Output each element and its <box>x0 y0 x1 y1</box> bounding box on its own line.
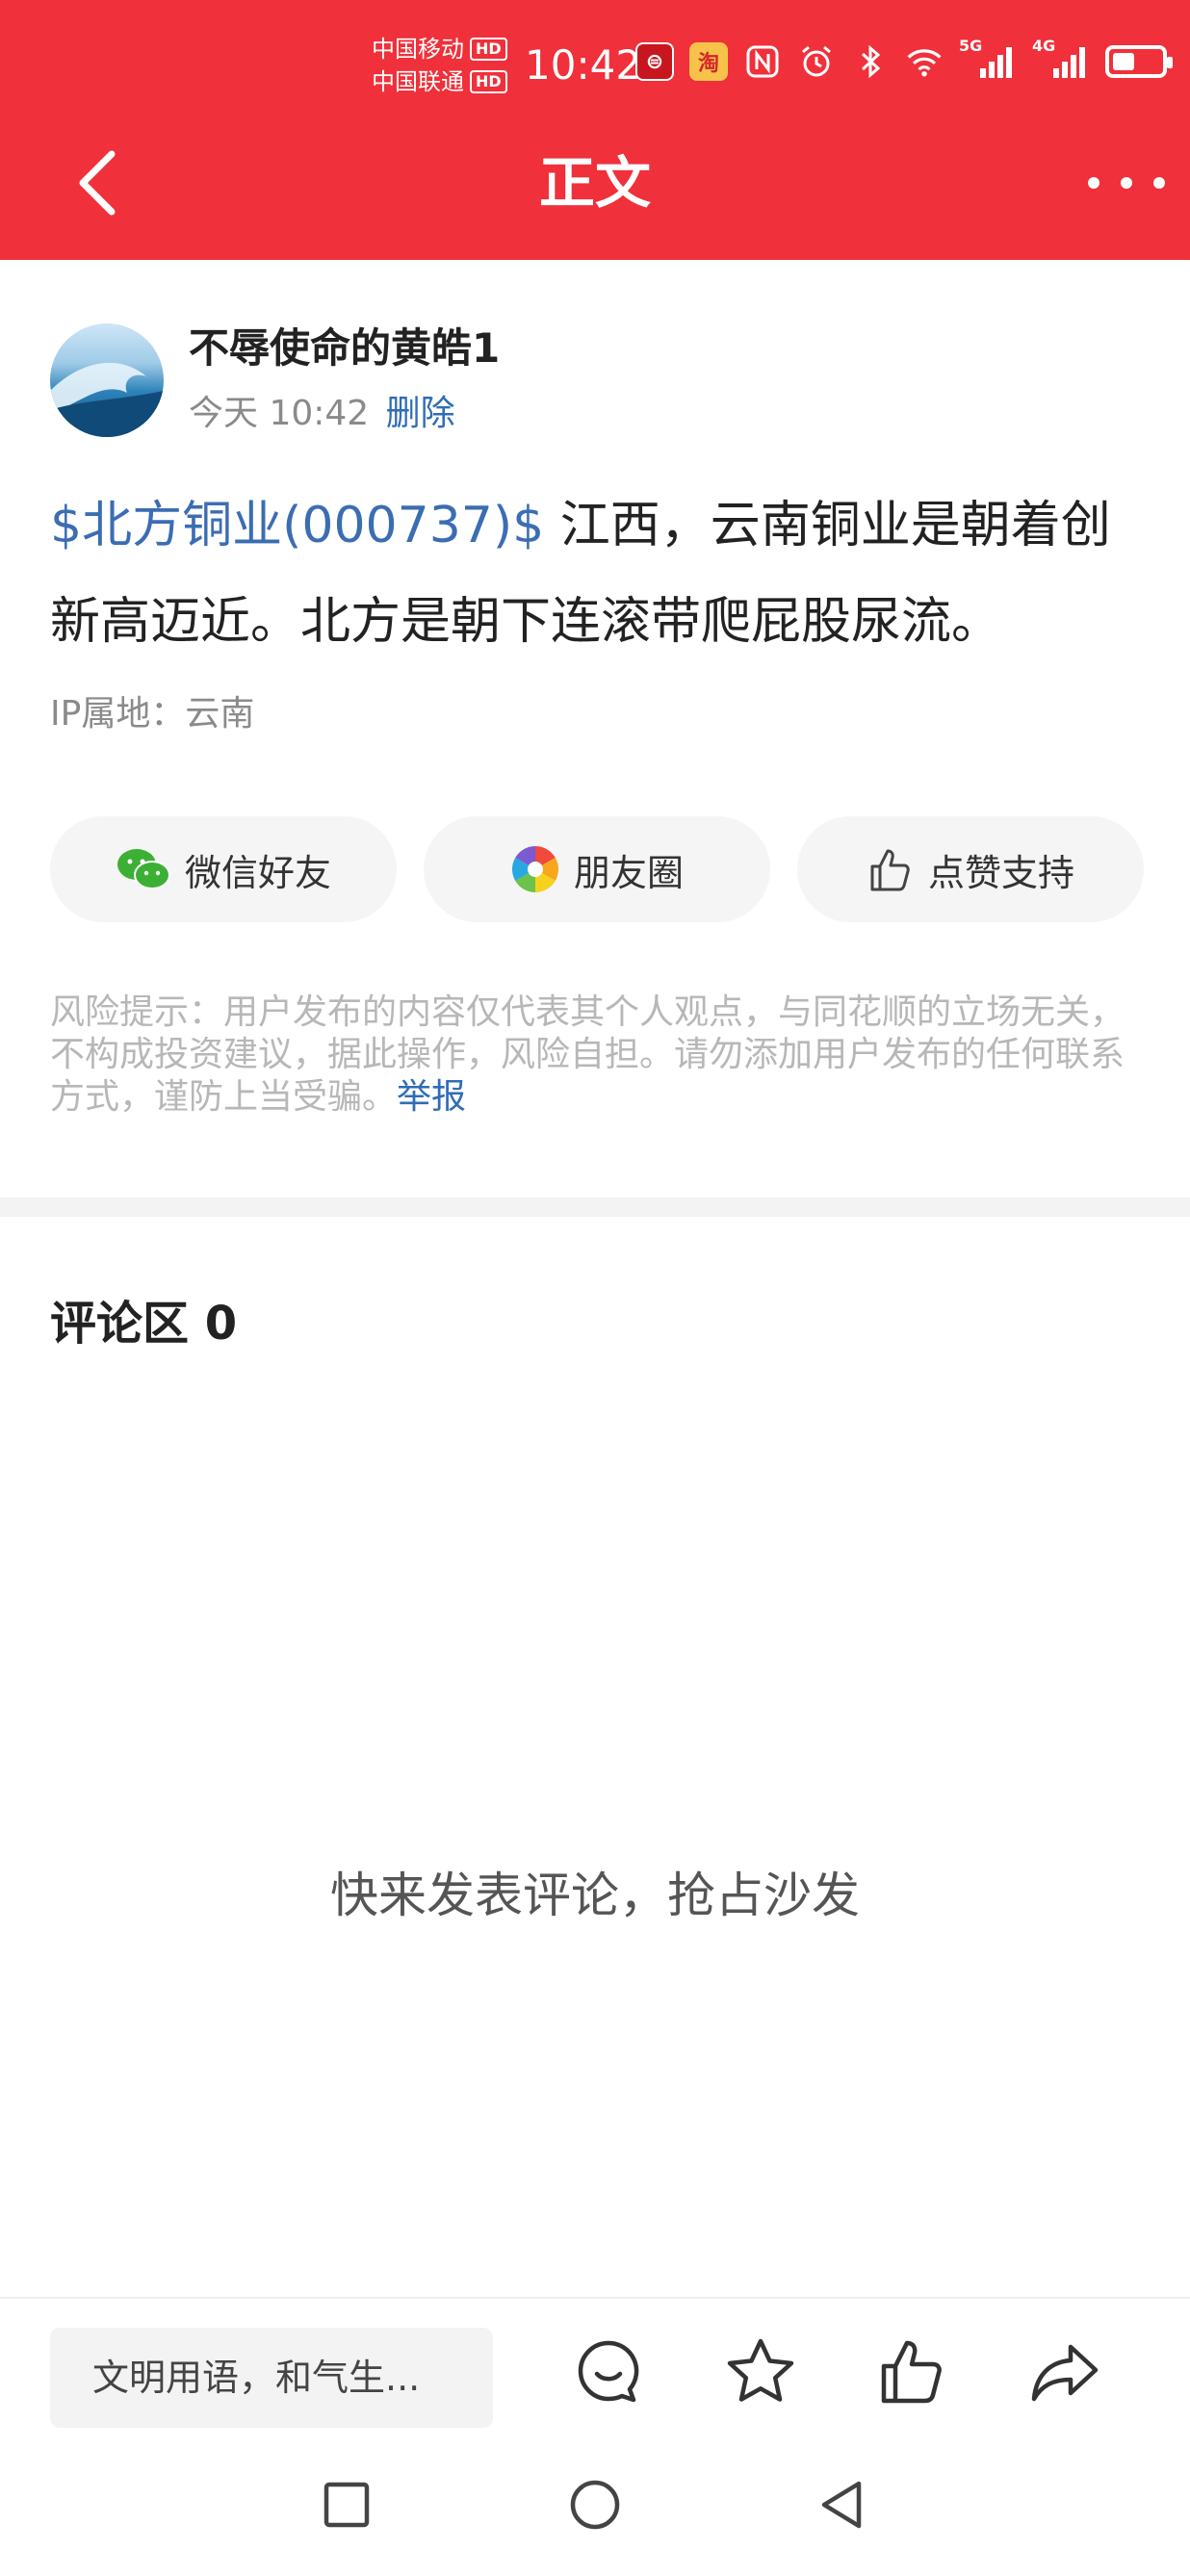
thumbs-up-icon <box>870 849 910 891</box>
comment-bubble-icon <box>578 2340 639 2403</box>
thumbs-up-icon <box>881 2340 942 2404</box>
more-dot-icon <box>1088 177 1099 189</box>
delete-link[interactable]: 删除 <box>386 394 455 433</box>
page-title: 正文 <box>538 150 651 216</box>
back-nav-button[interactable] <box>815 2476 872 2534</box>
signal-4g-icon: 4G <box>1032 37 1090 81</box>
share-wechat-button[interactable]: 微信好友 <box>50 816 397 922</box>
empty-comments-hint: 快来发表评论，抢占沙发 <box>330 1868 860 1923</box>
battery-icon <box>1105 45 1173 78</box>
comment-button[interactable] <box>570 2333 647 2410</box>
share-moments-label: 朋友圈 <box>573 851 684 894</box>
more-dot-icon <box>1153 177 1165 189</box>
post-time: 今天 10:42 <box>189 394 370 433</box>
status-bar: 中国移动 HD 中国联通 HD 10:42 ⊜ 淘 5G 4G <box>0 0 1190 135</box>
ip-location: IP属地：云南 <box>50 694 255 734</box>
section-divider <box>0 1198 1190 1217</box>
bank-app-icon: ⊜ <box>635 42 674 81</box>
bottom-action-bar: 文明用语，和气生... <box>0 2297 1190 2435</box>
battery-level <box>1113 53 1134 70</box>
author-name[interactable]: 不辱使命的黄皓1 <box>189 320 500 377</box>
hd-badge: HD <box>470 38 507 61</box>
comment-input[interactable]: 文明用语，和气生... <box>50 2328 493 2428</box>
triangle-back-icon <box>821 2481 862 2529</box>
wave-avatar-image <box>50 362 164 437</box>
home-button[interactable] <box>566 2476 624 2534</box>
post-meta: 今天 10:42 删除 <box>189 387 455 441</box>
comments-title: 评论区 0 <box>50 1297 238 1351</box>
status-time: 10:42 <box>525 41 642 89</box>
hd-badge: HD <box>470 70 507 93</box>
share-row: 微信好友 朋友圈 点赞支持 <box>50 816 1144 922</box>
stock-tag-link[interactable]: $北方铜业(000737)$ <box>50 497 544 554</box>
app-header: 中国移动 HD 中国联通 HD 10:42 ⊜ 淘 5G 4G 正文 <box>0 0 1190 260</box>
wifi-icon <box>905 42 944 81</box>
system-nav-bar <box>0 2435 1190 2576</box>
share-moments-button[interactable]: 朋友圈 <box>424 816 770 922</box>
share-wechat-label: 微信好友 <box>184 851 331 894</box>
like-support-button[interactable]: 点赞支持 <box>797 816 1144 922</box>
carrier-2: 中国联通 <box>372 68 464 95</box>
like-support-label: 点赞支持 <box>927 851 1074 894</box>
risk-text: 风险提示：用户发布的内容仅代表其个人观点，与同花顺的立场无关，不构成投资建议，据… <box>50 992 1125 1117</box>
post-content: $北方铜业(000737)$ 江西，云南铜业是朝着创新高迈近。北方是朝下连滚带爬… <box>50 477 1148 670</box>
promo-app-icon: 淘 <box>689 42 728 81</box>
risk-warning: 风险提示：用户发布的内容仅代表其个人观点，与同花顺的立场无关，不构成投资建议，据… <box>50 992 1148 1119</box>
status-icons: ⊜ 淘 5G 4G <box>635 37 1173 81</box>
signal-5g-icon: 5G <box>959 37 1017 81</box>
nfc-icon <box>743 42 782 81</box>
carrier-1: 中国移动 <box>372 36 464 63</box>
square-icon <box>323 2482 370 2528</box>
share-button[interactable] <box>1026 2333 1103 2410</box>
network-label: 5G <box>959 37 983 55</box>
favorite-button[interactable] <box>722 2333 799 2410</box>
circle-icon <box>570 2480 620 2530</box>
share-arrow-icon <box>1031 2344 1099 2402</box>
network-label: 4G <box>1032 37 1056 55</box>
star-icon <box>727 2338 794 2402</box>
avatar[interactable] <box>50 323 164 437</box>
moments-icon <box>511 846 558 892</box>
recent-apps-button[interactable] <box>318 2476 375 2534</box>
report-link[interactable]: 举报 <box>397 1077 466 1117</box>
more-dot-icon <box>1121 177 1132 189</box>
like-button[interactable] <box>874 2333 951 2410</box>
alarm-icon <box>797 42 836 81</box>
wechat-icon <box>116 849 170 889</box>
bluetooth-icon <box>851 42 890 81</box>
carrier-info: 中国移动 HD 中国联通 HD <box>372 33 507 98</box>
more-options-button[interactable] <box>1088 164 1165 202</box>
